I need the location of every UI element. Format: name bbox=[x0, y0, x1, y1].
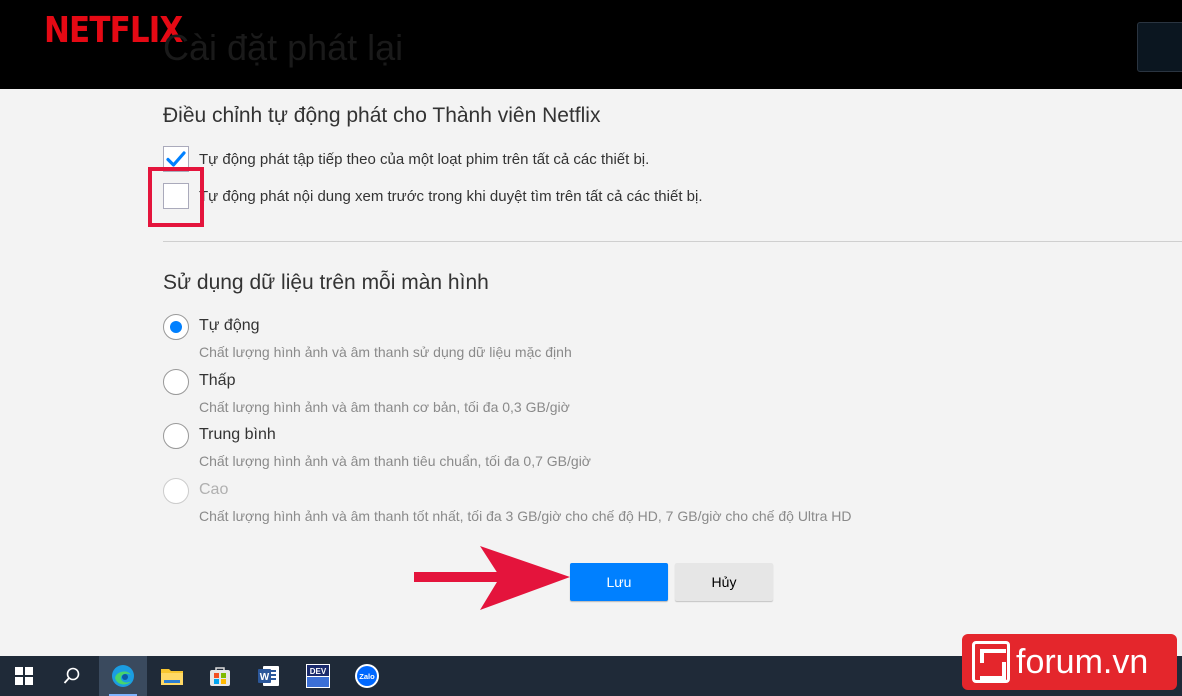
taskbar-devcpp[interactable]: DEV bbox=[294, 656, 342, 696]
radio-auto-label: Tự động bbox=[199, 317, 260, 334]
save-button[interactable]: Lưu bbox=[570, 563, 668, 601]
taskbar-edge-browser[interactable] bbox=[99, 656, 147, 696]
watermark-text: forum.vn bbox=[1016, 642, 1149, 681]
word-letter: W bbox=[260, 672, 270, 683]
radio-low-desc: Chất lượng hình ảnh và âm thanh cơ bản, … bbox=[199, 399, 570, 415]
search-icon bbox=[63, 667, 80, 684]
netflix-logo[interactable]: NETFLIX bbox=[44, 10, 183, 51]
store-bag-icon bbox=[210, 667, 230, 686]
sforum-logo-icon bbox=[972, 641, 1010, 683]
dev-app-icon: DEV bbox=[306, 664, 330, 688]
radio-medium-label: Trung bình bbox=[199, 426, 276, 443]
section-divider bbox=[163, 241, 1182, 242]
arrow-right-icon bbox=[414, 546, 570, 610]
radio-medium-desc: Chất lượng hình ảnh và âm thanh tiêu chu… bbox=[199, 453, 591, 469]
profile-avatar[interactable] bbox=[1137, 22, 1182, 72]
radio-medium[interactable] bbox=[163, 423, 189, 449]
taskbar-zalo[interactable]: Zalo bbox=[343, 656, 391, 696]
radio-high bbox=[163, 478, 189, 504]
zalo-app-icon: Zalo bbox=[355, 664, 379, 688]
autoplay-next-episode-row[interactable]: Tự động phát tập tiếp theo của một loạt … bbox=[163, 146, 649, 172]
zalo-label: Zalo bbox=[359, 672, 375, 681]
radio-high-label: Cao bbox=[199, 481, 229, 498]
highlight-annotation-box bbox=[148, 167, 204, 227]
radio-auto[interactable] bbox=[163, 314, 189, 340]
autoplay-previews-label: Tự động phát nội dung xem trước trong kh… bbox=[199, 187, 703, 205]
taskbar-word[interactable]: W bbox=[245, 656, 293, 696]
sforum-watermark: forum.vn bbox=[962, 634, 1177, 690]
autoplay-next-episode-label: Tự động phát tập tiếp theo của một loạt … bbox=[199, 150, 650, 168]
taskbar-search-button[interactable] bbox=[48, 656, 96, 696]
radio-low[interactable] bbox=[163, 369, 189, 395]
cancel-button[interactable]: Hủy bbox=[675, 563, 773, 601]
page-title: Cài đặt phát lại bbox=[163, 27, 404, 68]
taskbar-file-explorer[interactable] bbox=[148, 656, 196, 696]
edge-browser-icon bbox=[112, 665, 134, 687]
radio-low-label: Thấp bbox=[199, 372, 236, 389]
folder-icon bbox=[161, 669, 183, 685]
autoplay-previews-row[interactable]: Tự động phát nội dung xem trước trong kh… bbox=[163, 183, 703, 209]
dev-label: DEV bbox=[310, 667, 327, 676]
radio-auto-desc: Chất lượng hình ảnh và âm thanh sử dụng … bbox=[199, 344, 572, 360]
windows-logo-icon bbox=[15, 667, 33, 685]
word-app-icon: W bbox=[258, 666, 279, 686]
start-button[interactable] bbox=[0, 656, 48, 696]
radio-high-desc: Chất lượng hình ảnh và âm thanh tốt nhất… bbox=[199, 508, 852, 524]
autoplay-section-title: Điều chỉnh tự động phát cho Thành viên N… bbox=[163, 104, 601, 127]
data-usage-section-title: Sử dụng dữ liệu trên mỗi màn hình bbox=[163, 271, 489, 294]
taskbar-store[interactable] bbox=[196, 656, 244, 696]
